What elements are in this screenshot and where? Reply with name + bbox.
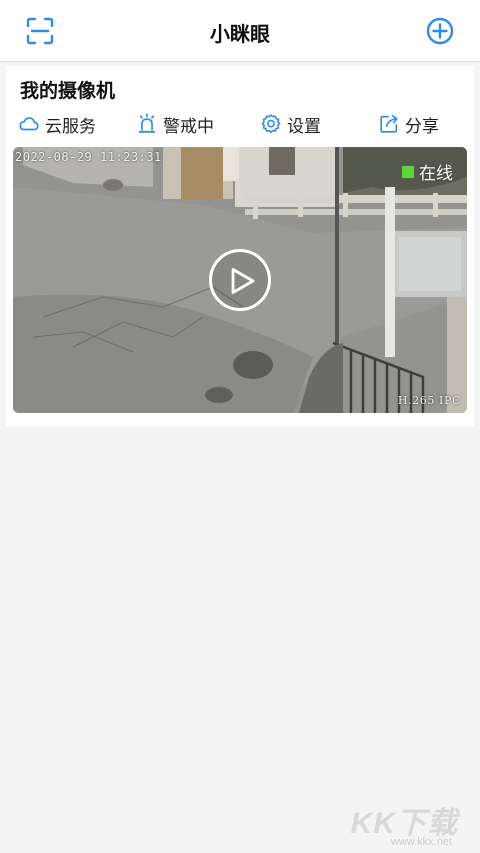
cloud-service-label: 云服务	[45, 116, 96, 137]
play-icon	[231, 268, 255, 294]
watermark-url: www.kkx.net	[390, 836, 452, 848]
video-codec-label: H.265 IPC	[397, 394, 461, 407]
share-icon	[380, 114, 398, 133]
alarm-icon	[138, 113, 156, 133]
cloud-icon	[19, 117, 39, 131]
online-indicator-icon	[402, 165, 414, 178]
app-title: 小眯眼	[210, 22, 270, 46]
video-timestamp: 2022-08-29 11:23:31	[15, 150, 162, 164]
plus-circle-icon[interactable]	[426, 17, 454, 45]
play-button[interactable]	[209, 249, 271, 311]
gear-icon	[261, 114, 281, 134]
camera-live-preview[interactable]: 2022-08-29 11:23:31 在线 H.265 IPC	[13, 147, 467, 413]
share-button[interactable]: 分享	[378, 110, 439, 138]
settings-button[interactable]: 设置	[260, 110, 321, 138]
camera-card: 我的摄像机 云服务 警戒中 设置 分享 2022-08-29 11:23:31 …	[6, 66, 474, 426]
alarm-label: 警戒中	[163, 116, 214, 137]
camera-name: 我的摄像机	[20, 80, 116, 102]
top-navigation-bar: 小眯眼	[0, 0, 480, 62]
online-status: 在线	[402, 159, 453, 184]
settings-label: 设置	[287, 116, 321, 137]
alarm-button[interactable]: 警戒中	[136, 110, 214, 138]
share-label: 分享	[405, 116, 439, 137]
camera-action-bar: 云服务 警戒中 设置 分享	[6, 110, 474, 138]
cloud-service-button[interactable]: 云服务	[18, 110, 96, 138]
online-status-label: 在线	[419, 164, 453, 184]
